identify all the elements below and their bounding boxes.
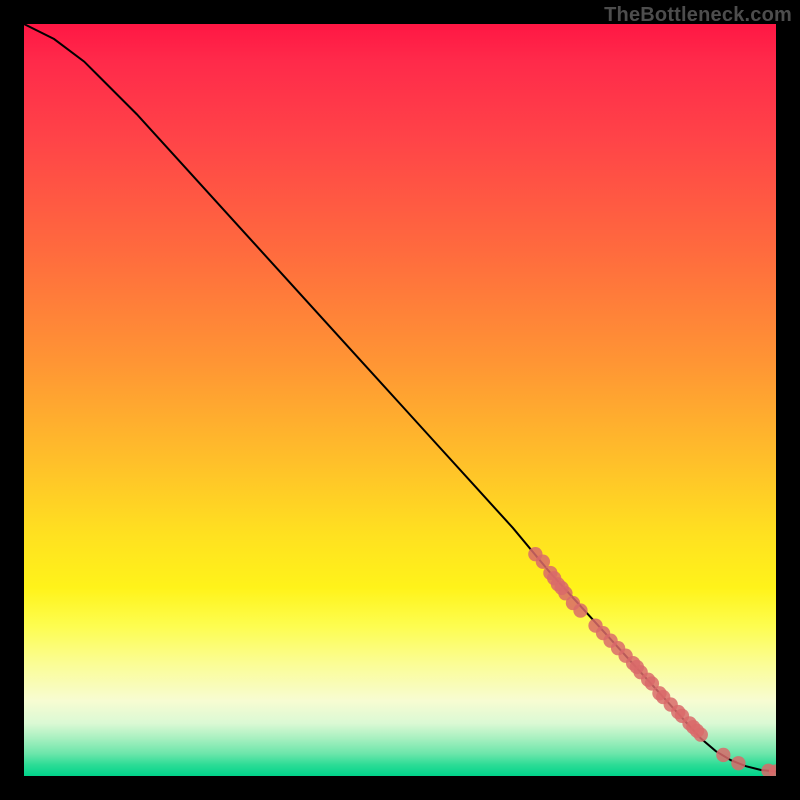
data-point — [573, 603, 587, 617]
data-point-group — [528, 547, 776, 776]
data-point — [694, 727, 708, 741]
bottleneck-curve — [24, 24, 776, 771]
plot-area — [24, 24, 776, 776]
data-point — [731, 756, 745, 770]
attribution-text: TheBottleneck.com — [604, 4, 792, 27]
data-point — [716, 748, 730, 762]
chart-frame: TheBottleneck.com — [0, 0, 800, 800]
chart-overlay — [24, 24, 776, 776]
